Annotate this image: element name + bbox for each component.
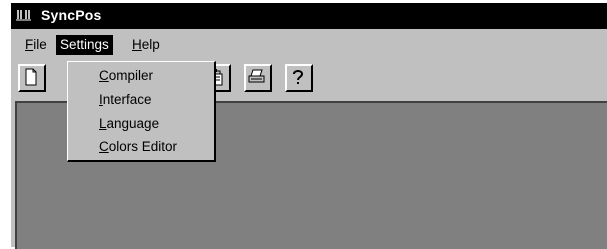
print-button[interactable] — [244, 64, 272, 92]
menu-item-language[interactable]: Language — [99, 114, 159, 134]
menu-file[interactable]: File — [21, 35, 51, 55]
menu-item-language-accel: L — [99, 116, 107, 131]
menu-help-accel: H — [132, 37, 142, 52]
help-icon — [293, 70, 304, 84]
menu-item-compiler[interactable]: Compiler — [99, 66, 153, 86]
menu-item-colors-editor-accel: C — [99, 139, 109, 154]
settings-dropdown-menu: Compiler Interface Language Colors Edito… — [67, 61, 216, 162]
menu-bar: File Settings Help — [11, 32, 607, 57]
menu-help[interactable]: Help — [128, 35, 164, 55]
menu-item-interface-label: nterface — [102, 92, 152, 107]
print-icon — [248, 69, 265, 83]
menu-settings-label: Settings — [60, 37, 109, 52]
window-title: SyncPos — [41, 7, 102, 23]
help-button[interactable] — [285, 64, 313, 92]
app-icon — [16, 9, 33, 22]
new-document-button[interactable] — [18, 64, 46, 92]
menu-item-language-label: anguage — [106, 116, 160, 131]
app-window: SyncPos File Settings Help Compiler Inte… — [11, 3, 607, 249]
menu-item-colors-editor[interactable]: Colors Editor — [99, 137, 177, 157]
menu-item-compiler-accel: C — [99, 68, 109, 83]
menu-item-compiler-label: ompiler — [108, 68, 154, 83]
menu-help-label: elp — [141, 37, 160, 52]
title-bar[interactable]: SyncPos — [11, 3, 607, 29]
menu-item-colors-editor-label: olors Editor — [108, 139, 178, 154]
menu-file-label: ile — [33, 37, 47, 52]
new-document-icon — [25, 68, 37, 86]
menu-settings[interactable]: Settings — [56, 35, 113, 55]
menu-file-accel: F — [25, 37, 34, 52]
menu-item-interface[interactable]: Interface — [99, 90, 152, 110]
